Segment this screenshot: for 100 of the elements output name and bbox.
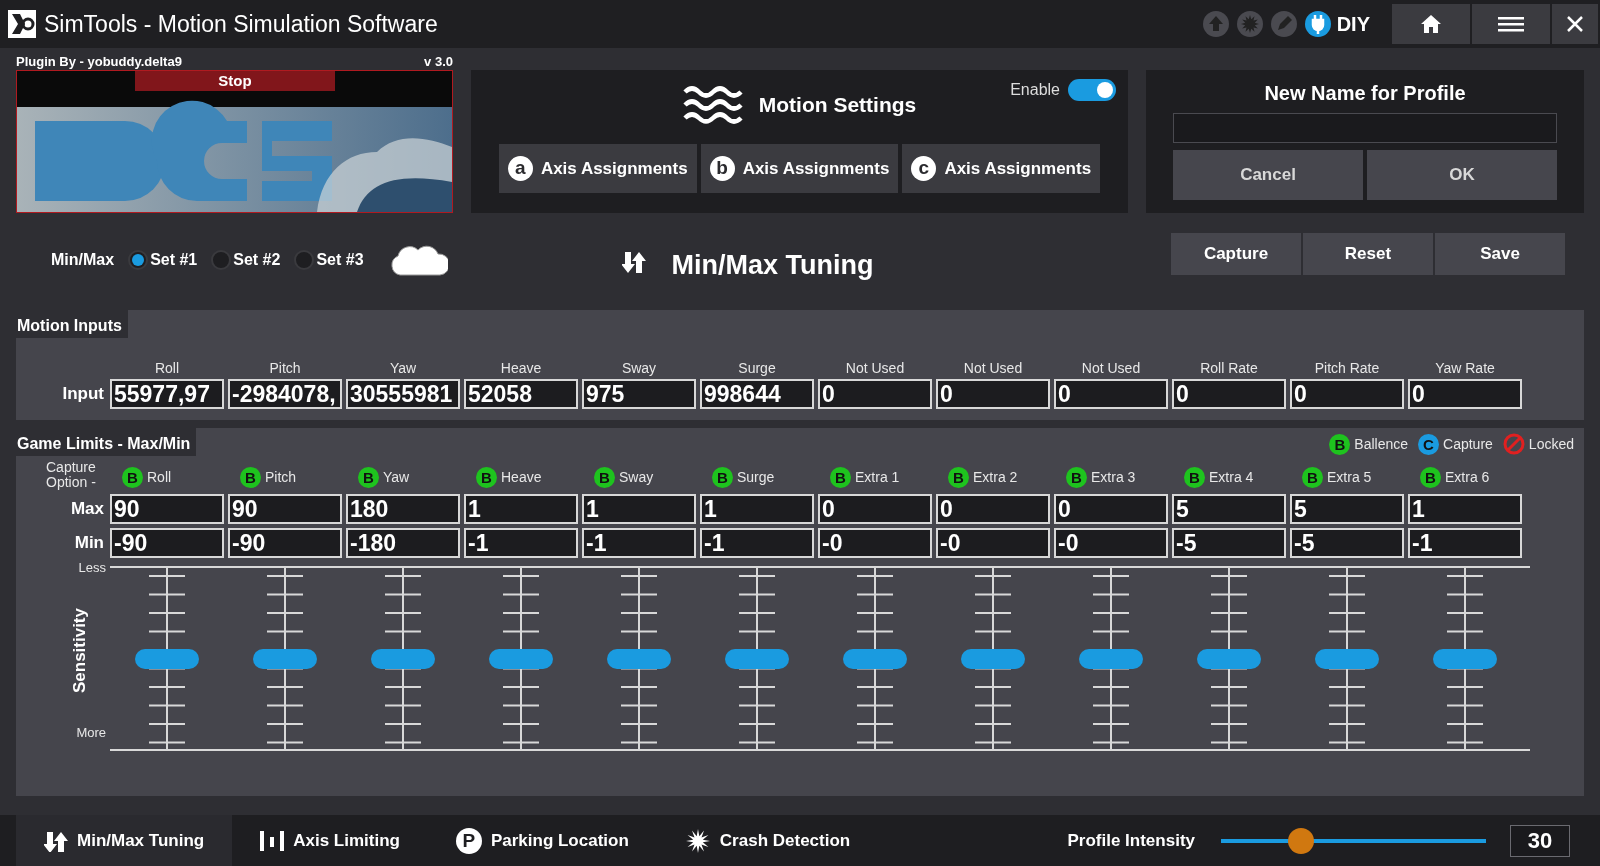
slider-track[interactable] (843, 568, 907, 749)
column-header: Roll (147, 468, 173, 487)
slider-track[interactable] (607, 568, 671, 749)
max-field[interactable]: 1 (700, 494, 814, 524)
slider-thumb[interactable] (607, 648, 671, 669)
tab[interactable]: Crash Detection (656, 815, 879, 866)
option-badge[interactable]: B (358, 467, 379, 488)
slider-thumb[interactable] (1315, 648, 1379, 669)
slider-thumb[interactable] (843, 648, 907, 669)
min-field[interactable]: -180 (346, 528, 460, 558)
input-field[interactable]: 0 (1290, 379, 1404, 409)
max-field[interactable]: 1 (582, 494, 696, 524)
max-field[interactable]: 90 (110, 494, 224, 524)
slider-track[interactable] (1315, 568, 1379, 749)
profile-name-field[interactable] (1173, 113, 1557, 143)
slider-thumb[interactable] (725, 648, 789, 669)
max-field[interactable]: 1 (464, 494, 578, 524)
tab[interactable]: P Parking Location (427, 815, 657, 866)
column-header: Yaw Rate (1434, 359, 1496, 378)
min-field[interactable]: -5 (1290, 528, 1404, 558)
option-badge[interactable]: B (1302, 467, 1323, 488)
axis-assignments-button[interactable]: c Axis Assignments (902, 144, 1101, 193)
slider-track[interactable] (1079, 568, 1143, 749)
slider-track[interactable] (1433, 568, 1497, 749)
input-field[interactable]: -2984078, (228, 379, 342, 409)
slider-thumb[interactable] (253, 648, 317, 669)
max-field[interactable]: 0 (936, 494, 1050, 524)
max-field[interactable]: 1 (1408, 494, 1522, 524)
slider-track[interactable] (253, 568, 317, 749)
input-field[interactable]: 975 (582, 379, 696, 409)
panel-heading: Game Limits - Max/Min (16, 428, 197, 456)
input-field[interactable]: 0 (1054, 379, 1168, 409)
input-field[interactable]: 0 (1408, 379, 1522, 409)
slider-thumb[interactable] (135, 648, 199, 669)
enable-toggle[interactable] (1068, 79, 1116, 101)
input-field[interactable]: 52058 (464, 379, 578, 409)
input-field[interactable]: 998644 (700, 379, 814, 409)
slider-thumb[interactable] (1433, 648, 1497, 669)
option-badge[interactable]: B (1420, 467, 1441, 488)
min-field[interactable]: -0 (936, 528, 1050, 558)
close-button[interactable] (1552, 4, 1598, 44)
input-field[interactable]: 0 (936, 379, 1050, 409)
axis-assignments-button[interactable]: a Axis Assignments (498, 144, 697, 193)
option-badge[interactable]: B (948, 467, 969, 488)
option-badge[interactable]: B (1066, 467, 1087, 488)
home-button[interactable] (1392, 4, 1470, 44)
input-field[interactable]: 55977,97 (110, 379, 224, 409)
tab[interactable]: Min/Max Tuning (16, 815, 233, 866)
min-field[interactable]: -1 (582, 528, 696, 558)
min-field[interactable]: -1 (464, 528, 578, 558)
max-field[interactable]: 0 (1054, 494, 1168, 524)
cancel-button[interactable]: Cancel (1173, 150, 1363, 200)
ok-button[interactable]: OK (1367, 150, 1557, 200)
slider-track[interactable] (135, 568, 199, 749)
slider-track[interactable] (371, 568, 435, 749)
max-field[interactable]: 180 (346, 494, 460, 524)
slider-track[interactable] (1197, 568, 1261, 749)
input-field[interactable]: 30555981 (346, 379, 460, 409)
max-field[interactable]: 90 (228, 494, 342, 524)
option-badge[interactable]: B (476, 467, 497, 488)
slider-thumb[interactable] (961, 648, 1025, 669)
slider-thumb[interactable] (1079, 648, 1143, 669)
slider-track[interactable] (489, 568, 553, 749)
option-badge[interactable]: B (712, 467, 733, 488)
capture-button[interactable]: Capture (1171, 233, 1301, 275)
min-field[interactable]: -5 (1172, 528, 1286, 558)
min-field[interactable]: -0 (1054, 528, 1168, 558)
tab[interactable]: Axis Limiting (232, 815, 428, 866)
save-button[interactable]: Save (1435, 233, 1565, 275)
min-field[interactable]: -1 (700, 528, 814, 558)
slider-thumb[interactable] (1287, 827, 1314, 854)
slider-track[interactable] (961, 568, 1025, 749)
slider-thumb[interactable] (371, 648, 435, 669)
set-radio[interactable]: Set #1 (128, 248, 198, 272)
input-field[interactable]: 0 (1172, 379, 1286, 409)
axis-assignments-button[interactable]: b Axis Assignments (700, 144, 899, 193)
option-badge[interactable]: B (122, 467, 143, 488)
plug-icon[interactable] (1304, 11, 1331, 37)
set-radio[interactable]: Set #2 (211, 248, 281, 272)
slider-thumb[interactable] (489, 648, 553, 669)
menu-button[interactable] (1472, 4, 1550, 44)
option-badge[interactable]: B (830, 467, 851, 488)
reset-button[interactable]: Reset (1303, 233, 1433, 275)
slider-track[interactable] (725, 568, 789, 749)
slider-thumb[interactable] (1197, 648, 1261, 669)
set-radio[interactable]: Set #3 (294, 248, 364, 272)
row-label: Input (61, 383, 105, 406)
option-badge[interactable]: B (1184, 467, 1205, 488)
min-field[interactable]: -90 (228, 528, 342, 558)
option-badge[interactable]: B (594, 467, 615, 488)
min-field[interactable]: -1 (1408, 528, 1522, 558)
min-field[interactable]: -90 (110, 528, 224, 558)
min-field[interactable]: -0 (818, 528, 932, 558)
max-field[interactable]: 5 (1172, 494, 1286, 524)
stop-button[interactable]: Stop (135, 71, 335, 91)
max-field[interactable]: 5 (1290, 494, 1404, 524)
value-field[interactable]: 30 (1510, 824, 1570, 857)
option-badge[interactable]: B (240, 467, 261, 488)
max-field[interactable]: 0 (818, 494, 932, 524)
input-field[interactable]: 0 (818, 379, 932, 409)
